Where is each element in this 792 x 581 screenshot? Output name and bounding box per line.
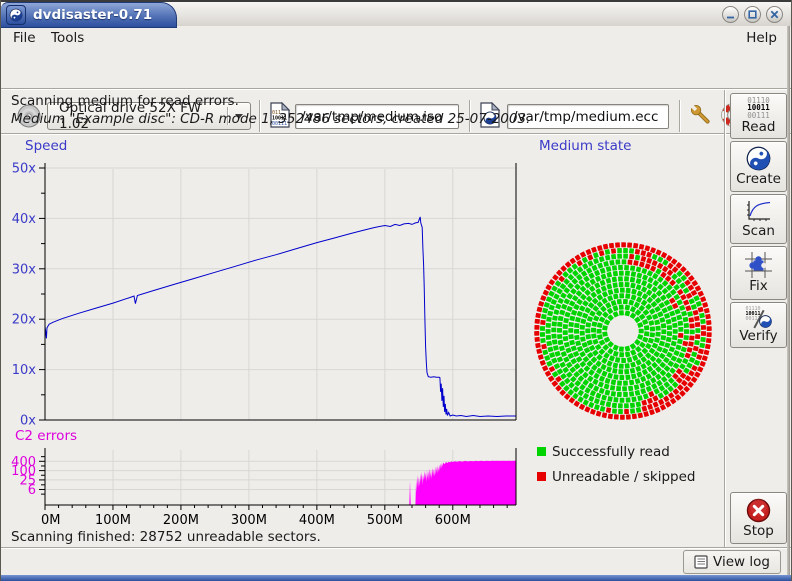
read-binary-icon: 01110 10011 00111 (747, 97, 770, 120)
create-yinyang-icon (746, 146, 771, 171)
svg-text:40x: 40x (12, 212, 37, 227)
toolbar: Optical drive 52X FW 1.02 011 10011 0011… (1, 48, 791, 88)
stop-icon (746, 498, 771, 523)
legend-unreadable: Unreadable / skipped (537, 464, 695, 489)
svg-text:30x: 30x (12, 262, 37, 277)
preferences-wrench-icon[interactable] (687, 101, 715, 129)
ecc-file-input[interactable] (507, 104, 669, 129)
read-button[interactable]: 01110 10011 00111 Read (730, 93, 787, 139)
close-button[interactable] (766, 6, 783, 23)
svg-text:300M: 300M (231, 513, 267, 528)
legend-read: Successfully read (537, 439, 695, 464)
window-title: dvdisaster-0.71 (33, 7, 152, 23)
svg-text:400M: 400M (299, 513, 335, 528)
scan-button[interactable]: Scan (730, 194, 787, 244)
medium-state-legend: Successfully read Unreadable / skipped (537, 439, 695, 489)
svg-text:500M: 500M (367, 513, 403, 528)
svg-text:20x: 20x (12, 313, 37, 328)
dvdisaster-window: dvdisaster-0.71 File Tools Help (0, 0, 792, 581)
fix-puzzle-icon (745, 252, 772, 278)
svg-text:600M: 600M (435, 513, 471, 528)
menu-help[interactable]: Help (740, 28, 783, 48)
svg-text:50x: 50x (12, 162, 37, 177)
svg-text:0x: 0x (20, 414, 36, 429)
scan-result-status: Scanning finished: 28752 unreadable sect… (11, 529, 321, 545)
app-yinyang-icon (6, 5, 26, 25)
title-tab: dvdisaster-0.71 (1, 2, 177, 28)
log-list-icon (694, 555, 708, 569)
status-line1: Scanning medium for read errors. (11, 92, 530, 110)
svg-text:0M: 0M (41, 513, 61, 528)
svg-text:100M: 100M (95, 513, 131, 528)
unreadable-swatch (537, 472, 546, 481)
statusbar: View log (1, 549, 791, 575)
minimize-button[interactable] (722, 6, 739, 23)
stop-button[interactable]: Stop (730, 492, 787, 544)
menu-tools[interactable]: Tools (45, 28, 90, 48)
view-log-button[interactable]: View log (683, 550, 781, 574)
menu-file[interactable]: File (7, 28, 42, 48)
verify-button[interactable]: 01110 10011 00111 Verify (730, 302, 787, 348)
svg-text:400: 400 (11, 455, 36, 470)
status-header: Scanning medium for read errors. Medium … (11, 92, 530, 128)
verify-compare-icon: 01110 10011 00111 (746, 306, 772, 328)
titlebar[interactable]: dvdisaster-0.71 (1, 0, 791, 26)
status-line2: Medium "Example disc": CD-R mode 1, 3524… (11, 110, 530, 128)
maximize-button[interactable] (744, 6, 761, 23)
window-bottom-border (1, 575, 791, 581)
action-sidebar: 01110 10011 00111 Read Create (728, 90, 789, 547)
svg-text:200M: 200M (163, 513, 199, 528)
read-swatch (537, 447, 546, 456)
fix-button[interactable]: Fix (730, 246, 787, 300)
scan-chart-icon (745, 199, 772, 223)
create-button[interactable]: Create (730, 141, 787, 192)
svg-text:10x: 10x (12, 363, 37, 378)
menubar: File Tools Help (1, 28, 791, 48)
